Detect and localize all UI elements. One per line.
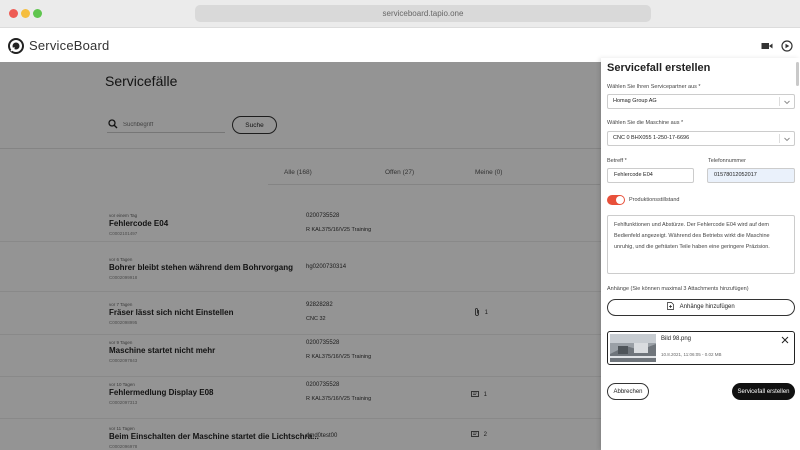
production-stop-toggle[interactable] <box>607 195 625 205</box>
partner-select[interactable]: Homag Group AG <box>607 94 795 109</box>
partner-label: Wählen Sie Ihren Servicepartner aus * <box>607 84 701 90</box>
subject-label: Betreff * <box>607 158 627 164</box>
panel-scrollbar[interactable] <box>796 62 799 86</box>
select-separator <box>779 97 780 106</box>
phone-input[interactable]: 01578012052017 <box>707 168 795 183</box>
record-icon[interactable] <box>781 40 793 52</box>
window-minimize-dot[interactable] <box>21 9 30 18</box>
window-close-dot[interactable] <box>9 9 18 18</box>
cancel-button[interactable]: Abbrechen <box>607 383 649 400</box>
attachment-meta: 10.8.2021, 11:06:05 - 0.02 MB <box>661 352 722 357</box>
partner-select-value: Homag Group AG <box>613 98 657 104</box>
panel-title: Servicefall erstellen <box>607 62 711 74</box>
attachment-filename: Bild 98.png <box>661 336 692 342</box>
serviceboard-logo-icon <box>8 38 24 54</box>
add-attachment-button[interactable]: Anhänge hinzufügen <box>607 299 795 316</box>
add-attachment-label: Anhänge hinzufügen <box>679 304 735 310</box>
chevron-down-icon <box>784 137 790 142</box>
machine-select-value: CNC 0 BHX055 1-250-17-6696 <box>613 135 690 141</box>
create-case-panel: Servicefall erstellen Wählen Sie Ihren S… <box>601 58 800 450</box>
attachment-thumbnail <box>610 334 656 362</box>
browser-chrome: serviceboard.tapio.one <box>0 0 800 28</box>
subject-input[interactable]: Fehlercode E04 <box>607 168 694 183</box>
attachment-card: Bild 98.png 10.8.2021, 11:06:05 - 0.02 M… <box>607 331 795 365</box>
create-case-button[interactable]: Servicefall erstellen <box>732 383 795 400</box>
file-plus-icon <box>667 302 675 311</box>
phone-label: Telefonnummer <box>708 158 746 164</box>
machine-label: Wählen Sie die Maschine aus * <box>607 120 684 126</box>
select-separator <box>779 134 780 143</box>
attachments-label: Anhänge (Sie können maximal 3 Attachment… <box>607 286 749 292</box>
production-stop-label: Produktionsstillstand <box>629 197 680 203</box>
modal-backdrop[interactable] <box>0 62 601 450</box>
window-maximize-dot[interactable] <box>33 9 42 18</box>
close-icon[interactable] <box>781 336 789 344</box>
app-name: ServiceBoard <box>29 38 110 53</box>
chevron-down-icon <box>784 100 790 105</box>
description-textarea[interactable]: Fehlfunktionen und Abstürze. Der Fehlerc… <box>607 215 795 274</box>
machine-select[interactable]: CNC 0 BHX055 1-250-17-6696 <box>607 131 795 146</box>
video-camera-icon[interactable] <box>761 40 773 52</box>
address-bar[interactable]: serviceboard.tapio.one <box>195 5 651 22</box>
